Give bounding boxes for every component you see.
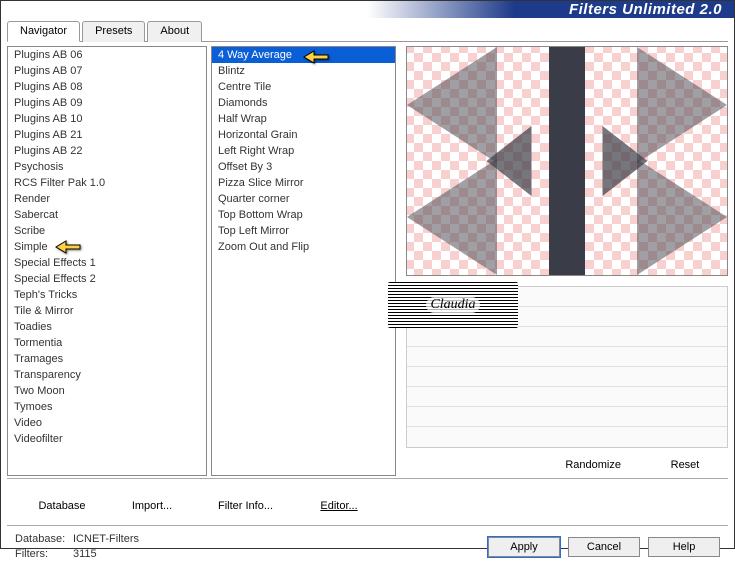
- list-item[interactable]: Diamonds: [212, 95, 395, 111]
- content-area: NavigatorPresetsAbout Plugins AB 06Plugi…: [1, 18, 734, 572]
- list-item[interactable]: Tramages: [8, 351, 206, 367]
- list-item[interactable]: Centre Tile: [212, 79, 395, 95]
- list-item[interactable]: Tile & Mirror: [8, 303, 206, 319]
- list-item[interactable]: Toadies: [8, 319, 206, 335]
- import-button[interactable]: Import...: [117, 495, 187, 517]
- db-value: ICNET-Filters: [73, 533, 139, 545]
- filter-info-button[interactable]: Filter Info...: [207, 495, 284, 517]
- list-item[interactable]: Teph's Tricks: [8, 287, 206, 303]
- separator: [7, 478, 728, 479]
- list-item[interactable]: Videofilter: [8, 431, 206, 447]
- reset-button[interactable]: Reset: [650, 454, 720, 476]
- filter-column: 4 Way AverageBlintzCentre TileDiamondsHa…: [211, 46, 396, 476]
- filter-listbox[interactable]: 4 Way AverageBlintzCentre TileDiamondsHa…: [211, 46, 396, 476]
- list-item[interactable]: Psychosis: [8, 159, 206, 175]
- preview-column: 4 Way Average Randomize Reset: [400, 46, 728, 476]
- db-label: Database:: [15, 532, 73, 547]
- list-item[interactable]: Plugins AB 22: [8, 143, 206, 159]
- list-item[interactable]: Half Wrap: [212, 111, 395, 127]
- list-item[interactable]: Plugins AB 10: [8, 111, 206, 127]
- cancel-button[interactable]: Cancel: [568, 537, 640, 557]
- footer: Database:ICNET-Filters Filters:3115 Appl…: [7, 525, 728, 566]
- list-item[interactable]: Video: [8, 415, 206, 431]
- list-item[interactable]: Quarter corner: [212, 191, 395, 207]
- editor-button[interactable]: Editor...: [304, 495, 374, 517]
- list-item[interactable]: Transparency: [8, 367, 206, 383]
- tab-bar: NavigatorPresetsAbout: [7, 20, 728, 42]
- list-item[interactable]: Pizza Slice Mirror: [212, 175, 395, 191]
- preview-button-row: Randomize Reset: [406, 448, 728, 476]
- list-item[interactable]: Special Effects 1: [8, 255, 206, 271]
- preview-image: [406, 46, 728, 276]
- category-listbox[interactable]: Plugins AB 06Plugins AB 07Plugins AB 08P…: [7, 46, 207, 476]
- list-item[interactable]: Tormentia: [8, 335, 206, 351]
- toolbar-row: Database Import... Filter Info... Editor…: [7, 491, 728, 521]
- filters-unlimited-window: Filters Unlimited 2.0 NavigatorPresetsAb…: [1, 1, 734, 548]
- watermark-badge: Claudia: [388, 282, 518, 328]
- category-column: Plugins AB 06Plugins AB 07Plugins AB 08P…: [7, 46, 207, 476]
- list-item[interactable]: RCS Filter Pak 1.0: [8, 175, 206, 191]
- footer-buttons: Apply Cancel Help: [488, 537, 720, 557]
- list-item[interactable]: Top Bottom Wrap: [212, 207, 395, 223]
- list-item[interactable]: Special Effects 2: [8, 271, 206, 287]
- filters-count-value: 3115: [73, 548, 97, 560]
- randomize-button[interactable]: Randomize: [554, 454, 632, 476]
- list-item[interactable]: Plugins AB 07: [8, 63, 206, 79]
- filters-count-label: Filters:: [15, 547, 73, 562]
- list-item[interactable]: Left Right Wrap: [212, 143, 395, 159]
- list-item[interactable]: Render: [8, 191, 206, 207]
- tab-presets[interactable]: Presets: [82, 21, 145, 42]
- tab-about[interactable]: About: [147, 21, 202, 42]
- list-item[interactable]: Horizontal Grain: [212, 127, 395, 143]
- list-item[interactable]: Offset By 3: [212, 159, 395, 175]
- list-item[interactable]: Sabercat: [8, 207, 206, 223]
- watermark-text: Claudia: [426, 297, 479, 313]
- list-item[interactable]: Plugins AB 09: [8, 95, 206, 111]
- list-item[interactable]: 4 Way Average: [212, 47, 395, 63]
- database-button[interactable]: Database: [27, 495, 97, 517]
- list-item[interactable]: Blintz: [212, 63, 395, 79]
- app-title: Filters Unlimited 2.0: [569, 1, 722, 18]
- list-item[interactable]: Plugins AB 08: [8, 79, 206, 95]
- list-item[interactable]: Plugins AB 06: [8, 47, 206, 63]
- tab-navigator[interactable]: Navigator: [7, 21, 80, 42]
- list-item[interactable]: Top Left Mirror: [212, 223, 395, 239]
- preview-shape: [407, 47, 727, 275]
- titlebar: Filters Unlimited 2.0: [1, 1, 734, 18]
- navigator-panel: Plugins AB 06Plugins AB 07Plugins AB 08P…: [7, 42, 728, 476]
- list-item[interactable]: Plugins AB 21: [8, 127, 206, 143]
- list-item[interactable]: Scribe: [8, 223, 206, 239]
- apply-button[interactable]: Apply: [488, 537, 560, 557]
- list-item[interactable]: Tymoes: [8, 399, 206, 415]
- list-item[interactable]: Zoom Out and Flip: [212, 239, 395, 255]
- help-button[interactable]: Help: [648, 537, 720, 557]
- list-item[interactable]: Simple: [8, 239, 206, 255]
- footer-info: Database:ICNET-Filters Filters:3115: [15, 532, 139, 562]
- list-item[interactable]: Two Moon: [8, 383, 206, 399]
